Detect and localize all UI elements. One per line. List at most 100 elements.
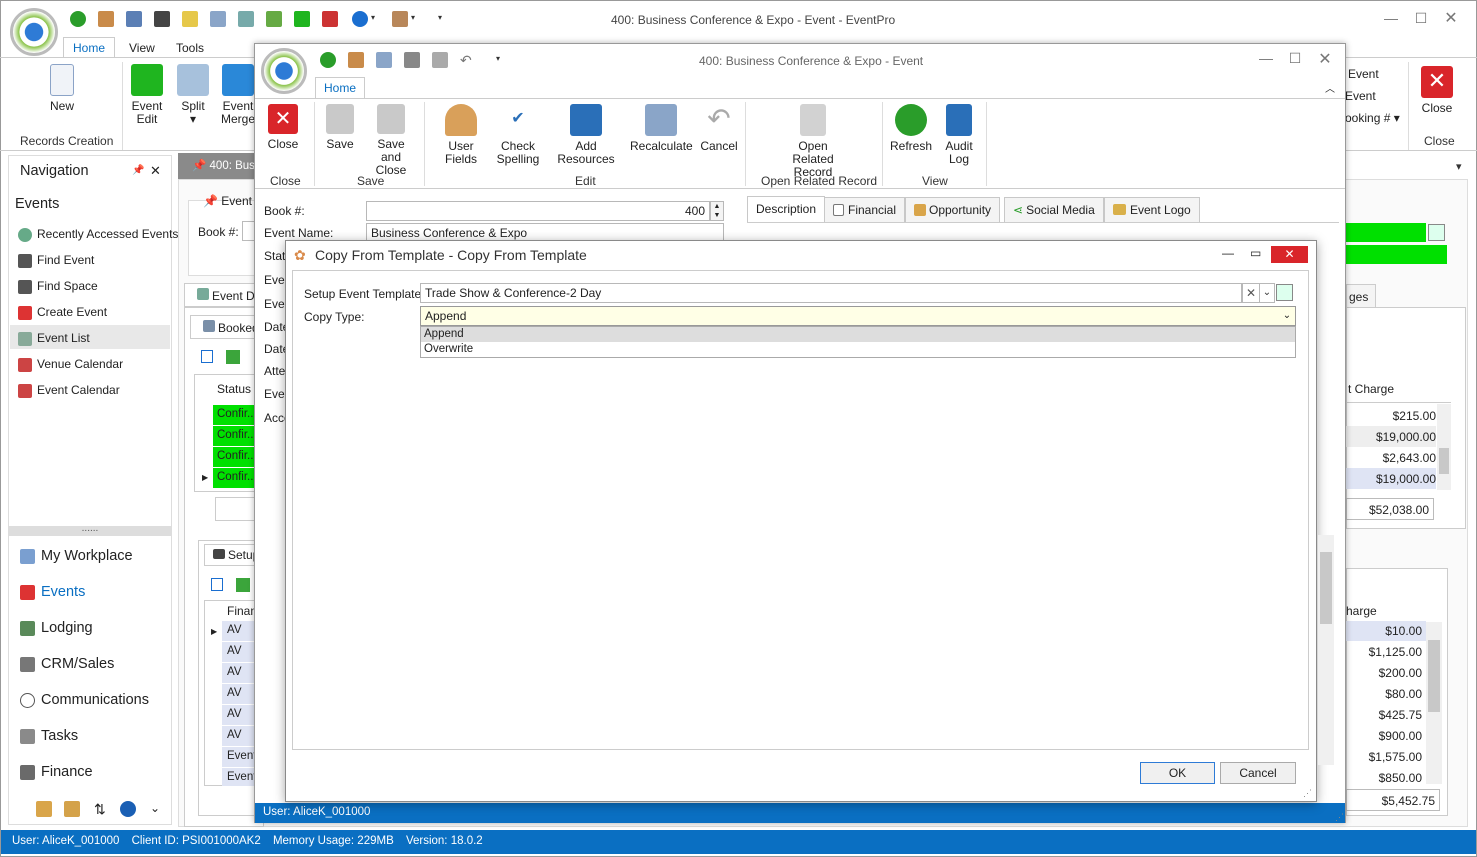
charge2-row[interactable]: $425.75 [1340,708,1426,722]
calendar-icon[interactable] [322,11,338,27]
charge2-row[interactable]: $80.00 [1340,687,1426,701]
option-append[interactable]: Append [421,327,1295,342]
customize-icon[interactable]: ▾ [438,13,442,22]
user-icon[interactable] [348,52,364,68]
charge2-row[interactable]: $900.00 [1340,729,1426,743]
dialog-resize-grip[interactable]: ⋰ [1303,788,1312,799]
charge2-row[interactable]: $1,125.00 [1340,645,1426,659]
option-overwrite[interactable]: Overwrite [421,342,1295,357]
nav-event-list-label[interactable]: Event List [18,331,90,346]
add-resources-button[interactable]: Add Resources [546,104,626,166]
dialog-maximize-button[interactable]: ▭ [1250,246,1261,260]
nav-create-event[interactable]: Create Event [18,305,107,320]
clear-icon[interactable]: ✕ [1242,283,1260,303]
charge2-row[interactable]: $200.00 [1340,666,1426,680]
event-minimize-button[interactable]: — [1254,50,1278,66]
copy-type-dropdown-button[interactable]: ⌄ [1279,307,1295,325]
gear-icon[interactable] [294,11,310,27]
binoculars-icon[interactable] [154,11,170,27]
tab-social-media[interactable]: ⋖ Social Media [1004,197,1104,223]
module-communications[interactable]: Communications [20,692,149,708]
book-field[interactable]: 400 [366,201,710,221]
event-ribbon-collapse[interactable]: ︿ [1325,80,1335,95]
event-edit-button[interactable]: Event Edit [129,64,165,126]
charge-row[interactable]: $2,643.00 [1346,451,1436,465]
tab-financial[interactable]: Financial [824,197,906,223]
lookup-grid-icon[interactable] [1276,284,1293,301]
calculator-icon[interactable] [210,11,226,27]
user-fields-button[interactable]: User Fields [432,104,490,166]
charge-row[interactable]: $19,000.00 [1346,426,1436,447]
scrollbar[interactable] [1437,404,1451,490]
dialog-close-button[interactable]: ✕ [1271,246,1308,263]
charge2-row[interactable]: $1,575.00 [1340,750,1426,764]
grid-icon[interactable] [1428,224,1445,241]
open-related-record-button[interactable]: Open Related Record [776,104,850,179]
ribbon-right-item-3[interactable]: ooking # ▾ [1345,111,1400,125]
recalculate-button[interactable]: Recalculate [630,104,693,153]
minimize-button[interactable]: — [1379,10,1403,26]
module-crm-sales[interactable]: CRM/Sales [20,656,114,672]
event-maximize-button[interactable]: ☐ [1283,50,1307,67]
behind-copy-icon-2[interactable] [236,578,250,592]
scroll-thumb[interactable] [1439,448,1449,474]
tab-description[interactable]: Description [747,196,826,222]
checklist-icon[interactable] [126,11,142,27]
copy-type-select[interactable]: Append [420,306,1296,326]
pin-icon[interactable]: 📌 [132,165,144,176]
save-button[interactable]: Save [322,104,358,151]
close-icon[interactable]: ✕ [150,163,161,179]
ribbon-right-item-1[interactable]: Event [1348,67,1379,81]
customize-icon[interactable]: ▾ [496,54,500,63]
splitter-grip[interactable]: ...... [8,524,172,536]
cancel-button[interactable]: Cancel [1220,762,1296,784]
check-spelling-button[interactable]: ✔ Check Spelling [494,104,542,166]
module-tasks[interactable]: Tasks [20,728,78,744]
behind-copy-icon[interactable] [226,350,240,364]
undo-icon[interactable]: ↶ [460,52,472,69]
split-button[interactable]: Split ▾ [175,64,211,126]
ribbon-right-item-2[interactable]: Event [1345,89,1376,103]
user-icon[interactable] [98,11,114,27]
tab-tools[interactable]: Tools [176,41,204,55]
behind-add-icon[interactable] [201,350,213,363]
refresh-button[interactable]: Refresh [889,104,933,153]
app-logo[interactable] [10,8,58,56]
calculator-icon[interactable] [376,52,392,68]
scroll-thumb[interactable] [1428,640,1440,712]
building-icon[interactable] [266,11,282,27]
tab-home[interactable]: Home [63,37,115,58]
users-icon[interactable] [392,11,408,27]
chevron-down-icon[interactable]: ▾ [411,13,415,22]
dropdown-button[interactable]: ⌄ [1259,283,1275,303]
save-close-icon[interactable] [432,52,448,68]
behind-booked-tab[interactable]: Booked [190,315,260,339]
list-icon[interactable] [238,11,254,27]
book-spinner[interactable]: ▲ ▼ [710,201,724,221]
notepad-icon[interactable] [36,801,52,817]
charge-row[interactable]: $215.00 [1346,409,1436,423]
setup-template-field[interactable]: Trade Show & Conference-2 Day [420,283,1242,303]
charge2-row[interactable]: $10.00 [1340,621,1426,641]
chevron-down-icon[interactable]: ▾ [371,13,375,22]
nav-find-space[interactable]: Find Space [18,279,98,294]
main-close-button[interactable]: ✕ Close [1420,66,1454,115]
nav-venue-calendar[interactable]: Venue Calendar [18,357,123,372]
nav-find-event[interactable]: Find Event [18,253,94,268]
refresh-icon[interactable] [320,52,336,68]
new-button[interactable]: New [40,64,84,113]
event-tab-home[interactable]: Home [315,77,365,99]
behind-event-de-tab[interactable]: Event De [184,283,264,307]
event-close-ribbon-button[interactable]: ✕ Close [266,104,300,151]
event-close-button[interactable]: ✕ [1313,49,1337,69]
resize-grip[interactable]: ⋰ [1335,812,1344,823]
scroll-thumb[interactable] [1320,552,1332,624]
ages-tab[interactable]: ges [1346,284,1376,308]
sort-icon[interactable]: ⇅ [94,801,106,818]
notepad-icon[interactable] [182,11,198,27]
behind-add-icon-2[interactable] [211,578,223,591]
chevron-down-icon[interactable]: ⌄ [150,801,160,815]
dialog-minimize-button[interactable]: — [1222,246,1234,260]
save-and-close-button[interactable]: Save and Close [366,104,416,177]
ok-button[interactable]: OK [1140,762,1215,784]
